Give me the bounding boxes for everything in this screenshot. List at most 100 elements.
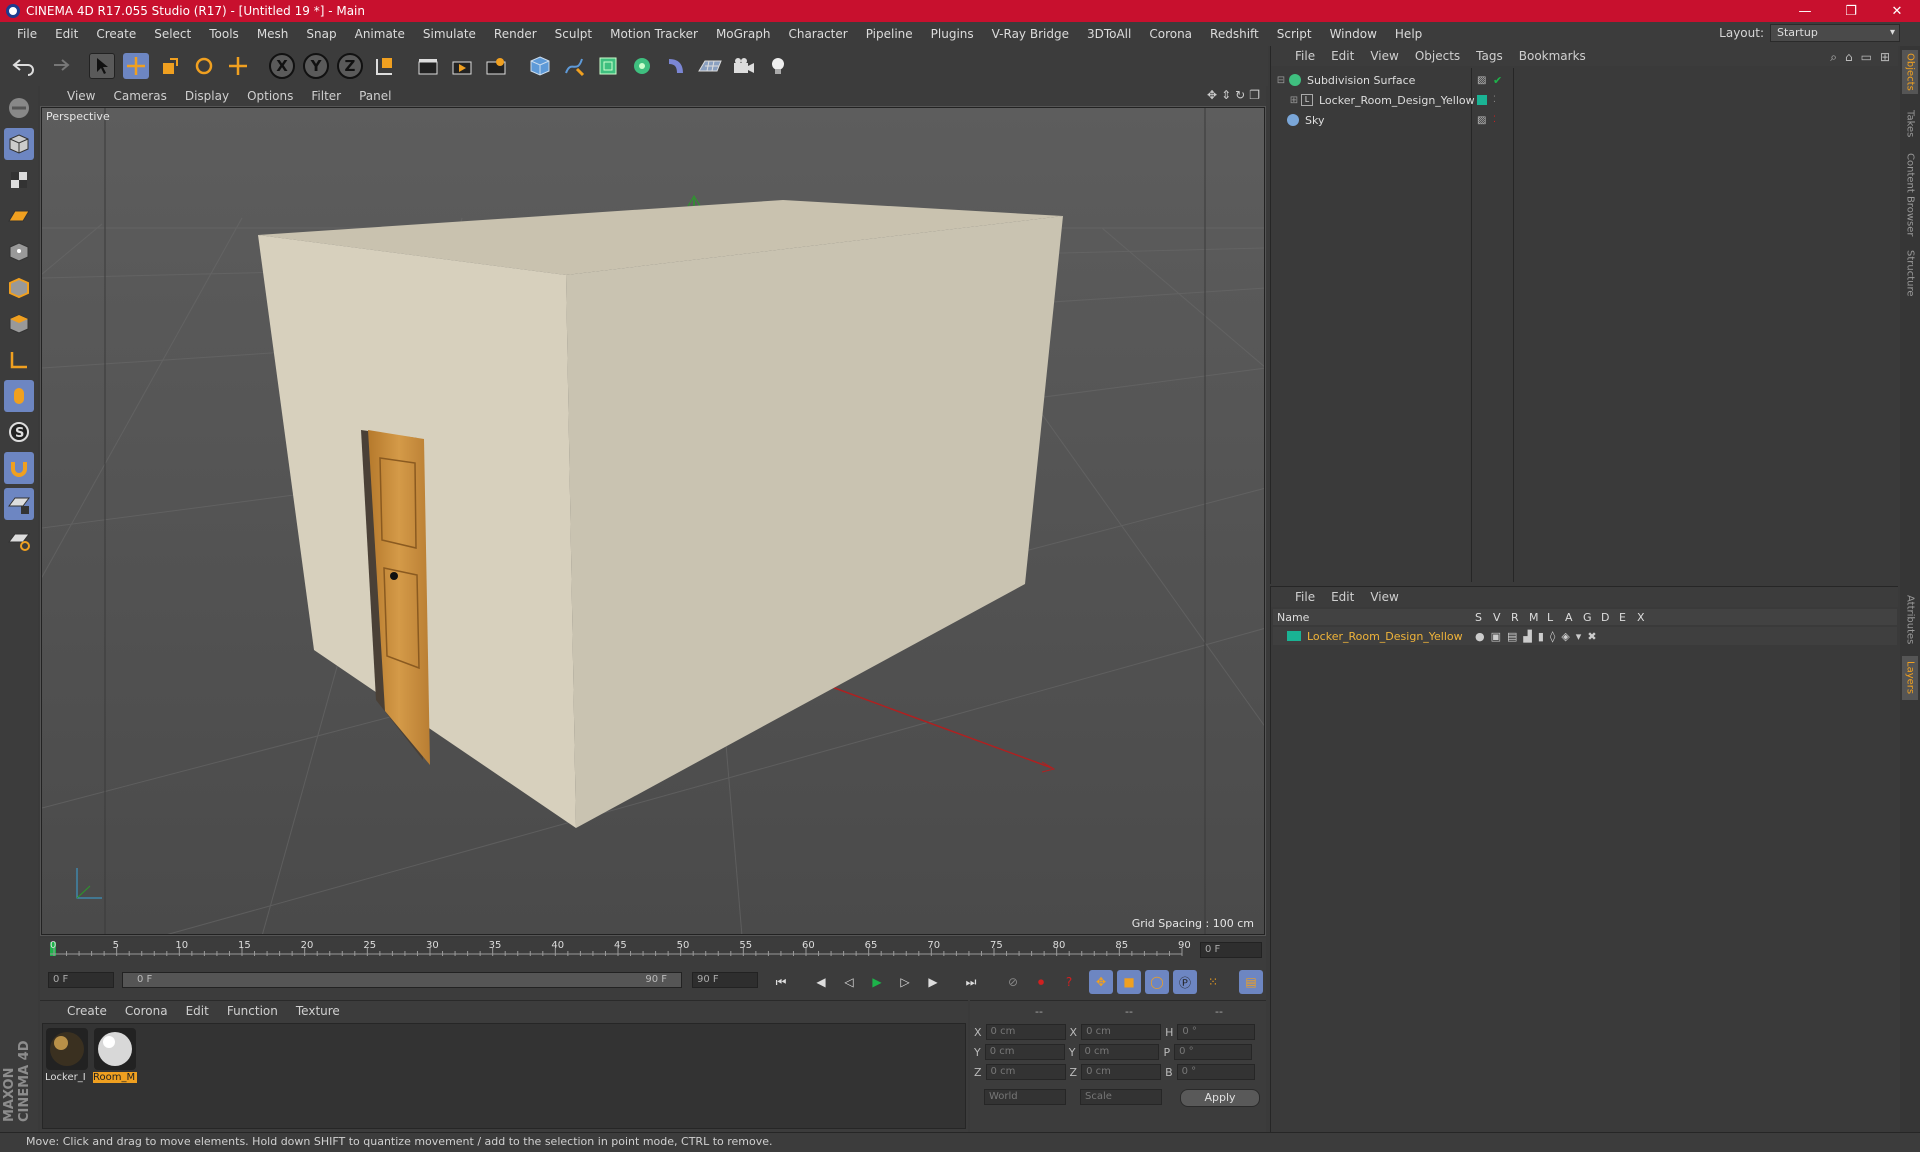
panel-icon[interactable]: ▭: [1861, 50, 1872, 65]
mograph-cloner-button[interactable]: [626, 50, 658, 82]
position-x-field[interactable]: 0 cm: [985, 1024, 1066, 1040]
material-swatch[interactable]: Locker_I: [45, 1028, 89, 1083]
next-frame-button[interactable]: ▷: [893, 970, 917, 994]
model-mode-button[interactable]: [4, 128, 34, 160]
rotate-tool-button[interactable]: [188, 50, 220, 82]
x-axis-lock-button[interactable]: X: [266, 50, 298, 82]
material-menu-create[interactable]: Create: [58, 1004, 116, 1018]
menu-mesh[interactable]: Mesh: [248, 27, 298, 41]
scale-tool-button[interactable]: [154, 50, 186, 82]
live-select-button[interactable]: [86, 50, 118, 82]
position-z-field[interactable]: 0 cm: [985, 1064, 1066, 1080]
menu-animate[interactable]: Animate: [346, 27, 414, 41]
material-menu-edit[interactable]: Edit: [177, 1004, 218, 1018]
object-menu-file[interactable]: File: [1287, 49, 1323, 63]
key-parameter-button[interactable]: Ⓟ: [1173, 970, 1197, 994]
object-row-locker-room[interactable]: ⊞ L Locker_Room_Design_Yellow ⁚: [1273, 90, 1897, 110]
go-to-start-button[interactable]: ⏮: [769, 970, 793, 994]
redo-button[interactable]: [42, 50, 74, 82]
enable-axis-button[interactable]: [4, 344, 34, 376]
object-row-subdivision[interactable]: ⊟ Subdivision Surface ▨ ✔: [1273, 70, 1897, 90]
menu-window[interactable]: Window: [1321, 27, 1386, 41]
tab-attributes[interactable]: Attributes: [1902, 590, 1918, 650]
key-pla-button[interactable]: ⁙: [1201, 970, 1225, 994]
rotation-b-field[interactable]: 0 °: [1176, 1064, 1255, 1080]
menu-vray-bridge[interactable]: V-Ray Bridge: [983, 27, 1078, 41]
apply-button[interactable]: Apply: [1180, 1089, 1260, 1107]
solo-button[interactable]: S: [4, 416, 34, 448]
layer-row[interactable]: Locker_Room_Design_Yellow ●▣▤▟▮◊◈▾✖: [1273, 627, 1897, 645]
menu-help[interactable]: Help: [1386, 27, 1431, 41]
viewport-menu-panel[interactable]: Panel: [350, 89, 400, 103]
recent-tool-button[interactable]: [222, 50, 254, 82]
dolly-icon[interactable]: ⇕: [1221, 88, 1231, 102]
coordinate-space-select[interactable]: World: [984, 1089, 1066, 1105]
viewport-menu-view[interactable]: View: [58, 89, 104, 103]
maximize-button[interactable]: ❐: [1828, 0, 1874, 22]
menu-redshift[interactable]: Redshift: [1201, 27, 1268, 41]
collapse-icon[interactable]: ⊟: [1273, 75, 1289, 86]
render-settings-button[interactable]: [480, 50, 512, 82]
layer-menu-view[interactable]: View: [1362, 590, 1406, 604]
viewport-menu-options[interactable]: Options: [238, 89, 302, 103]
subdivision-surface-button[interactable]: [592, 50, 624, 82]
object-menu-tags[interactable]: Tags: [1468, 49, 1511, 63]
size-x-field[interactable]: 0 cm: [1081, 1024, 1162, 1040]
current-frame-field[interactable]: 0 F: [1200, 942, 1262, 958]
menu-simulate[interactable]: Simulate: [414, 27, 485, 41]
menu-select[interactable]: Select: [145, 27, 200, 41]
orbit-icon[interactable]: ↻: [1235, 88, 1245, 102]
pen-spline-button[interactable]: [558, 50, 590, 82]
planar-workplane-button[interactable]: [4, 524, 34, 556]
play-button[interactable]: ▶: [865, 970, 889, 994]
search-icon[interactable]: ⌕: [1830, 50, 1837, 65]
deformer-button[interactable]: [660, 50, 692, 82]
cube-object-button[interactable]: [524, 50, 556, 82]
key-position-button[interactable]: ✥: [1089, 970, 1113, 994]
menu-create[interactable]: Create: [87, 27, 145, 41]
timeline-ruler[interactable]: 0 5 10 15 20 25 30 35 40 45 50 55 60 65 70 75 80 85 90 0 F: [40, 938, 1266, 962]
points-mode-button[interactable]: [4, 236, 34, 268]
material-swatch[interactable]: Room_M: [93, 1028, 137, 1083]
layer-flag-icons[interactable]: ●▣▤▟▮◊◈▾✖: [1475, 630, 1603, 643]
end-frame-field[interactable]: 90 F: [692, 972, 758, 988]
move-tool-button[interactable]: [120, 50, 152, 82]
autokey-button[interactable]: ?: [1057, 970, 1081, 994]
layer-menu-file[interactable]: File: [1287, 590, 1323, 604]
rotation-p-field[interactable]: 0 °: [1174, 1044, 1253, 1060]
menu-corona[interactable]: Corona: [1140, 27, 1201, 41]
tab-objects[interactable]: Objects: [1902, 50, 1918, 94]
rotation-h-field[interactable]: 0 °: [1177, 1024, 1256, 1040]
expand-icon[interactable]: ⊞: [1880, 50, 1890, 65]
key-rotation-button[interactable]: ◯: [1145, 970, 1169, 994]
locked-workplane-button[interactable]: [4, 488, 34, 520]
minimize-button[interactable]: —: [1782, 0, 1828, 22]
maximize-view-icon[interactable]: ❐: [1249, 88, 1260, 102]
tab-content-browser[interactable]: Content Browser: [1902, 150, 1918, 240]
object-row-sky[interactable]: Sky ▨ ⁚: [1273, 110, 1897, 130]
z-axis-lock-button[interactable]: Z: [334, 50, 366, 82]
tab-layers[interactable]: Layers: [1902, 656, 1918, 700]
frame-range-slider[interactable]: 0 F 90 F: [122, 972, 682, 988]
timeline-window-button[interactable]: ▤: [1239, 970, 1263, 994]
menu-sculpt[interactable]: Sculpt: [546, 27, 601, 41]
layout-select[interactable]: Startup: [1770, 24, 1900, 42]
start-frame-field[interactable]: 0 F: [48, 972, 114, 988]
viewport-menu-display[interactable]: Display: [176, 89, 238, 103]
size-z-field[interactable]: 0 cm: [1081, 1064, 1162, 1080]
previous-key-button[interactable]: ◀: [809, 970, 833, 994]
undo-button[interactable]: [8, 50, 40, 82]
menu-3dtoall[interactable]: 3DToAll: [1078, 27, 1140, 41]
menu-render[interactable]: Render: [485, 27, 546, 41]
enabled-check-icon[interactable]: ✔: [1493, 74, 1502, 87]
edges-mode-button[interactable]: [4, 272, 34, 304]
tab-takes[interactable]: Takes: [1902, 106, 1918, 142]
menu-file[interactable]: File: [8, 27, 46, 41]
y-axis-lock-button[interactable]: Y: [300, 50, 332, 82]
material-menu-corona[interactable]: Corona: [116, 1004, 177, 1018]
material-menu-texture[interactable]: Texture: [287, 1004, 349, 1018]
menu-snap[interactable]: Snap: [297, 27, 345, 41]
next-key-button[interactable]: ▶: [921, 970, 945, 994]
workplane-mode-button[interactable]: [4, 200, 34, 232]
texture-mode-button[interactable]: [4, 164, 34, 196]
